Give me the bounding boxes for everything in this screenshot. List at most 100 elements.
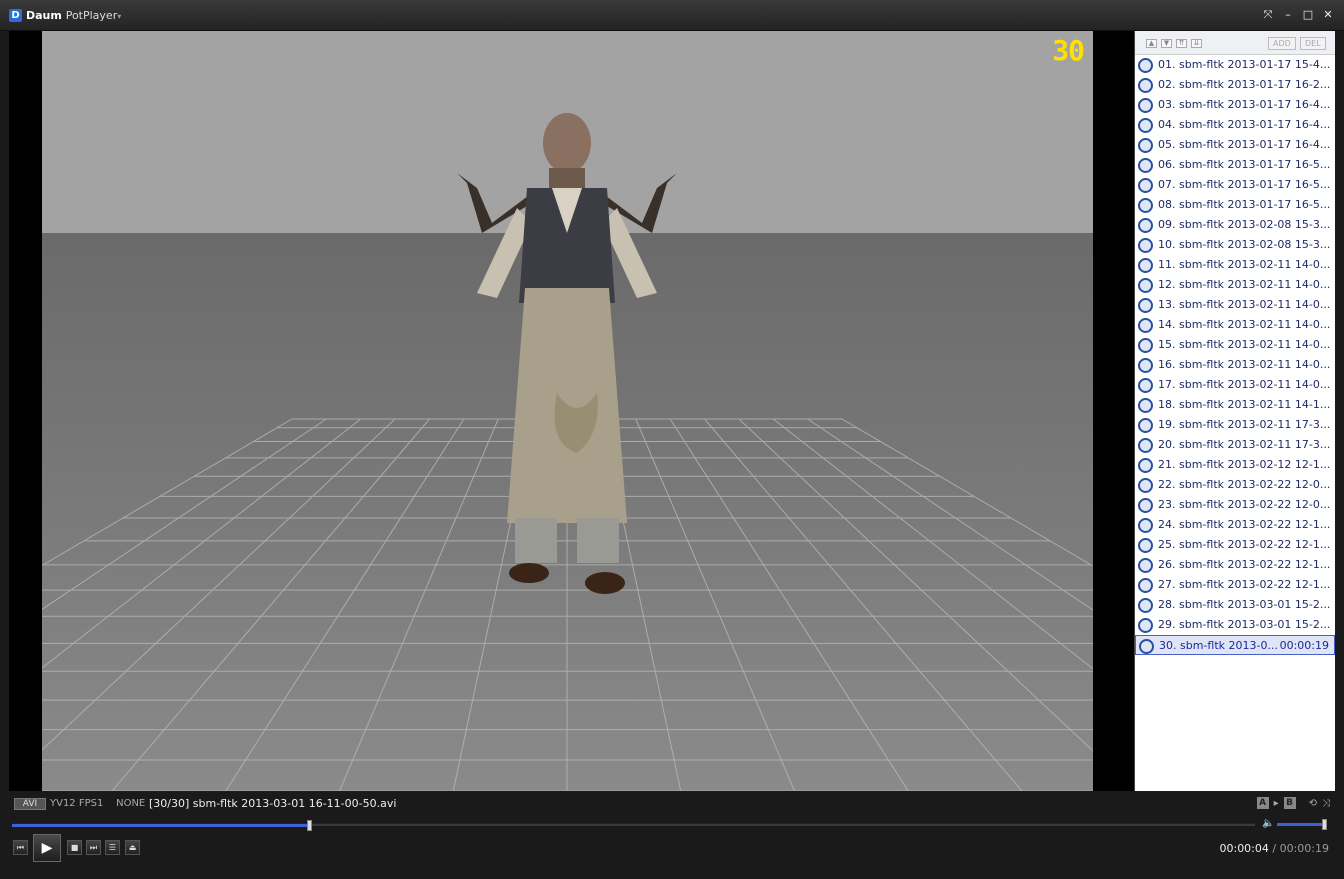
seek-thumb[interactable] <box>307 820 313 831</box>
video-viewport[interactable]: 30 <box>9 31 1134 791</box>
control-bar: ⏮ ▶ ■ ⏭ ☰ ⏏ 00:00:04 / 00:00:19 <box>0 832 1344 879</box>
maximize-button[interactable]: □ <box>1302 9 1314 21</box>
volume-thumb[interactable] <box>1321 819 1327 830</box>
playlist-toggle-button[interactable]: ☰ <box>105 840 120 855</box>
playlist-item[interactable]: 29. sbm-fltk 2013-03-01 15-2... <box>1135 615 1335 635</box>
playlist-item[interactable]: 17. sbm-fltk 2013-02-11 14-0... <box>1135 375 1335 395</box>
video-file-icon <box>1139 639 1154 654</box>
stop-button[interactable]: ■ <box>67 840 82 855</box>
playlist-item[interactable]: 12. sbm-fltk 2013-02-11 14-0... <box>1135 275 1335 295</box>
volume-slider[interactable] <box>1277 819 1327 830</box>
fps-label: FPS1 <box>78 798 104 809</box>
playlist-item[interactable]: 24. sbm-fltk 2013-02-22 12-1... <box>1135 515 1335 535</box>
time-separator: / <box>1268 842 1280 855</box>
delete-button[interactable]: DEL <box>1300 37 1326 50</box>
container-badge[interactable]: AVI <box>14 798 46 810</box>
playlist-item[interactable]: 05. sbm-fltk 2013-01-17 16-4... <box>1135 135 1335 155</box>
minimize-button[interactable]: – <box>1282 9 1294 21</box>
move-top-icon[interactable]: ⇈ <box>1176 39 1187 48</box>
playlist-item[interactable]: 19. sbm-fltk 2013-02-11 17-3... <box>1135 415 1335 435</box>
current-time: 00:00:04 <box>1219 842 1269 855</box>
video-file-icon <box>1138 118 1153 133</box>
playlist-item[interactable]: 21. sbm-fltk 2013-02-12 12-1... <box>1135 455 1335 475</box>
playlist-item-label: 21. sbm-fltk 2013-02-12 12-1... <box>1158 458 1331 471</box>
playlist-item[interactable]: 03. sbm-fltk 2013-01-17 16-4... <box>1135 95 1335 115</box>
video-file-icon <box>1138 398 1153 413</box>
video-file-icon <box>1138 578 1153 593</box>
playlist-item[interactable]: 28. sbm-fltk 2013-03-01 15-2... <box>1135 595 1335 615</box>
ab-repeat-b-button[interactable]: B <box>1283 797 1296 809</box>
add-button[interactable]: ADD <box>1268 37 1296 50</box>
playlist-item-label: 26. sbm-fltk 2013-02-22 12-1... <box>1158 558 1331 571</box>
playlist-item[interactable]: 27. sbm-fltk 2013-02-22 12-1... <box>1135 575 1335 595</box>
close-button[interactable]: ✕ <box>1322 9 1334 21</box>
move-bottom-icon[interactable]: ⇊ <box>1191 39 1202 48</box>
ab-repeat-a-button[interactable]: A <box>1256 797 1269 809</box>
total-time: 00:00:19 <box>1279 842 1329 855</box>
playlist-item[interactable]: 08. sbm-fltk 2013-01-17 16-5... <box>1135 195 1335 215</box>
playlist-item[interactable]: 18. sbm-fltk 2013-02-11 14-1... <box>1135 395 1335 415</box>
playlist-item[interactable]: 02. sbm-fltk 2013-01-17 16-2... <box>1135 75 1335 95</box>
playlist-item-label: 09. sbm-fltk 2013-02-08 15-3... <box>1158 218 1331 231</box>
playlist-item-label: 30. sbm-fltk 2013-0... <box>1159 639 1278 652</box>
playlist-item[interactable]: 23. sbm-fltk 2013-02-22 12-0... <box>1135 495 1335 515</box>
video-file-icon <box>1138 198 1153 213</box>
repeat-icon[interactable]: ⟲ <box>1309 798 1317 809</box>
previous-button[interactable]: ⏮ <box>13 840 28 855</box>
app-title-menu[interactable]: Daum PotPlayer▾ <box>26 9 121 22</box>
playlist-item[interactable]: 22. sbm-fltk 2013-02-22 12-0... <box>1135 475 1335 495</box>
video-file-icon <box>1138 58 1153 73</box>
playlist-item-label: 01. sbm-fltk 2013-01-17 15-4... <box>1158 58 1331 71</box>
video-file-icon <box>1138 498 1153 513</box>
playlist-item-label: 27. sbm-fltk 2013-02-22 12-1... <box>1158 578 1331 591</box>
playlist-item-label: 25. sbm-fltk 2013-02-22 12-1... <box>1158 538 1331 551</box>
video-file-icon <box>1138 618 1153 633</box>
move-down-icon[interactable]: ▼ <box>1161 39 1172 48</box>
playlist-item[interactable]: 30. sbm-fltk 2013-0... 00:00:19 <box>1135 635 1335 655</box>
shuffle-icon[interactable]: ⤨ <box>1322 798 1330 809</box>
video-file-icon <box>1138 78 1153 93</box>
playlist-item-label: 03. sbm-fltk 2013-01-17 16-4... <box>1158 98 1331 111</box>
move-up-icon[interactable]: ▲ <box>1146 39 1157 48</box>
pin-icon[interactable]: ⤧ <box>1262 9 1274 21</box>
playlist-item-label: 24. sbm-fltk 2013-02-22 12-1... <box>1158 518 1331 531</box>
eject-button[interactable]: ⏏ <box>125 840 140 855</box>
playlist-item[interactable]: 11. sbm-fltk 2013-02-11 14-0... <box>1135 255 1335 275</box>
playlist-item[interactable]: 25. sbm-fltk 2013-02-22 12-1... <box>1135 535 1335 555</box>
playlist-item-label: 19. sbm-fltk 2013-02-11 17-3... <box>1158 418 1331 431</box>
codec-info: YV12 FPS1 NONE <box>50 798 145 809</box>
playlist-item[interactable]: 20. sbm-fltk 2013-02-11 17-3... <box>1135 435 1335 455</box>
video-file-icon <box>1138 138 1153 153</box>
playlist-item[interactable]: 16. sbm-fltk 2013-02-11 14-0... <box>1135 355 1335 375</box>
playlist-item[interactable]: 07. sbm-fltk 2013-01-17 16-5... <box>1135 175 1335 195</box>
volume-icon[interactable]: 🔈 <box>1262 818 1274 829</box>
playlist-item[interactable]: 06. sbm-fltk 2013-01-17 16-5... <box>1135 155 1335 175</box>
video-file-icon <box>1138 258 1153 273</box>
now-playing-title: [30/30] sbm-fltk 2013-03-01 16-11-00-50.… <box>149 797 397 810</box>
playlist-item-duration: 00:00:19 <box>1279 639 1329 652</box>
playlist-item[interactable]: 10. sbm-fltk 2013-02-08 15-3... <box>1135 235 1335 255</box>
playlist-item-label: 02. sbm-fltk 2013-01-17 16-2... <box>1158 78 1331 91</box>
next-button[interactable]: ⏭ <box>86 840 101 855</box>
seek-progress <box>12 824 311 827</box>
playlist-item[interactable]: 14. sbm-fltk 2013-02-11 14-0... <box>1135 315 1335 335</box>
playlist-item[interactable]: 15. sbm-fltk 2013-02-11 14-0... <box>1135 335 1335 355</box>
video-file-icon <box>1138 518 1153 533</box>
playlist-item-label: 05. sbm-fltk 2013-01-17 16-4... <box>1158 138 1331 151</box>
playlist-item-label: 28. sbm-fltk 2013-03-01 15-2... <box>1158 598 1331 611</box>
video-file-icon <box>1138 318 1153 333</box>
playlist-item[interactable]: 09. sbm-fltk 2013-02-08 15-3... <box>1135 215 1335 235</box>
playlist-item[interactable]: 13. sbm-fltk 2013-02-11 14-0... <box>1135 295 1335 315</box>
status-bar: AVI YV12 FPS1 NONE [30/30] sbm-fltk 2013… <box>9 795 1335 814</box>
video-file-icon <box>1138 438 1153 453</box>
playlist-item[interactable]: 26. sbm-fltk 2013-02-22 12-1... <box>1135 555 1335 575</box>
playlist-item[interactable]: 01. sbm-fltk 2013-01-17 15-4... <box>1135 55 1335 75</box>
play-button[interactable]: ▶ <box>33 834 61 862</box>
playlist-item[interactable]: 04. sbm-fltk 2013-01-17 16-4... <box>1135 115 1335 135</box>
video-file-icon <box>1138 358 1153 373</box>
video-file-icon <box>1138 538 1153 553</box>
volume-level <box>1277 823 1325 826</box>
video-file-icon <box>1138 98 1153 113</box>
seek-bar[interactable] <box>12 820 1255 831</box>
video-file-icon <box>1138 418 1153 433</box>
